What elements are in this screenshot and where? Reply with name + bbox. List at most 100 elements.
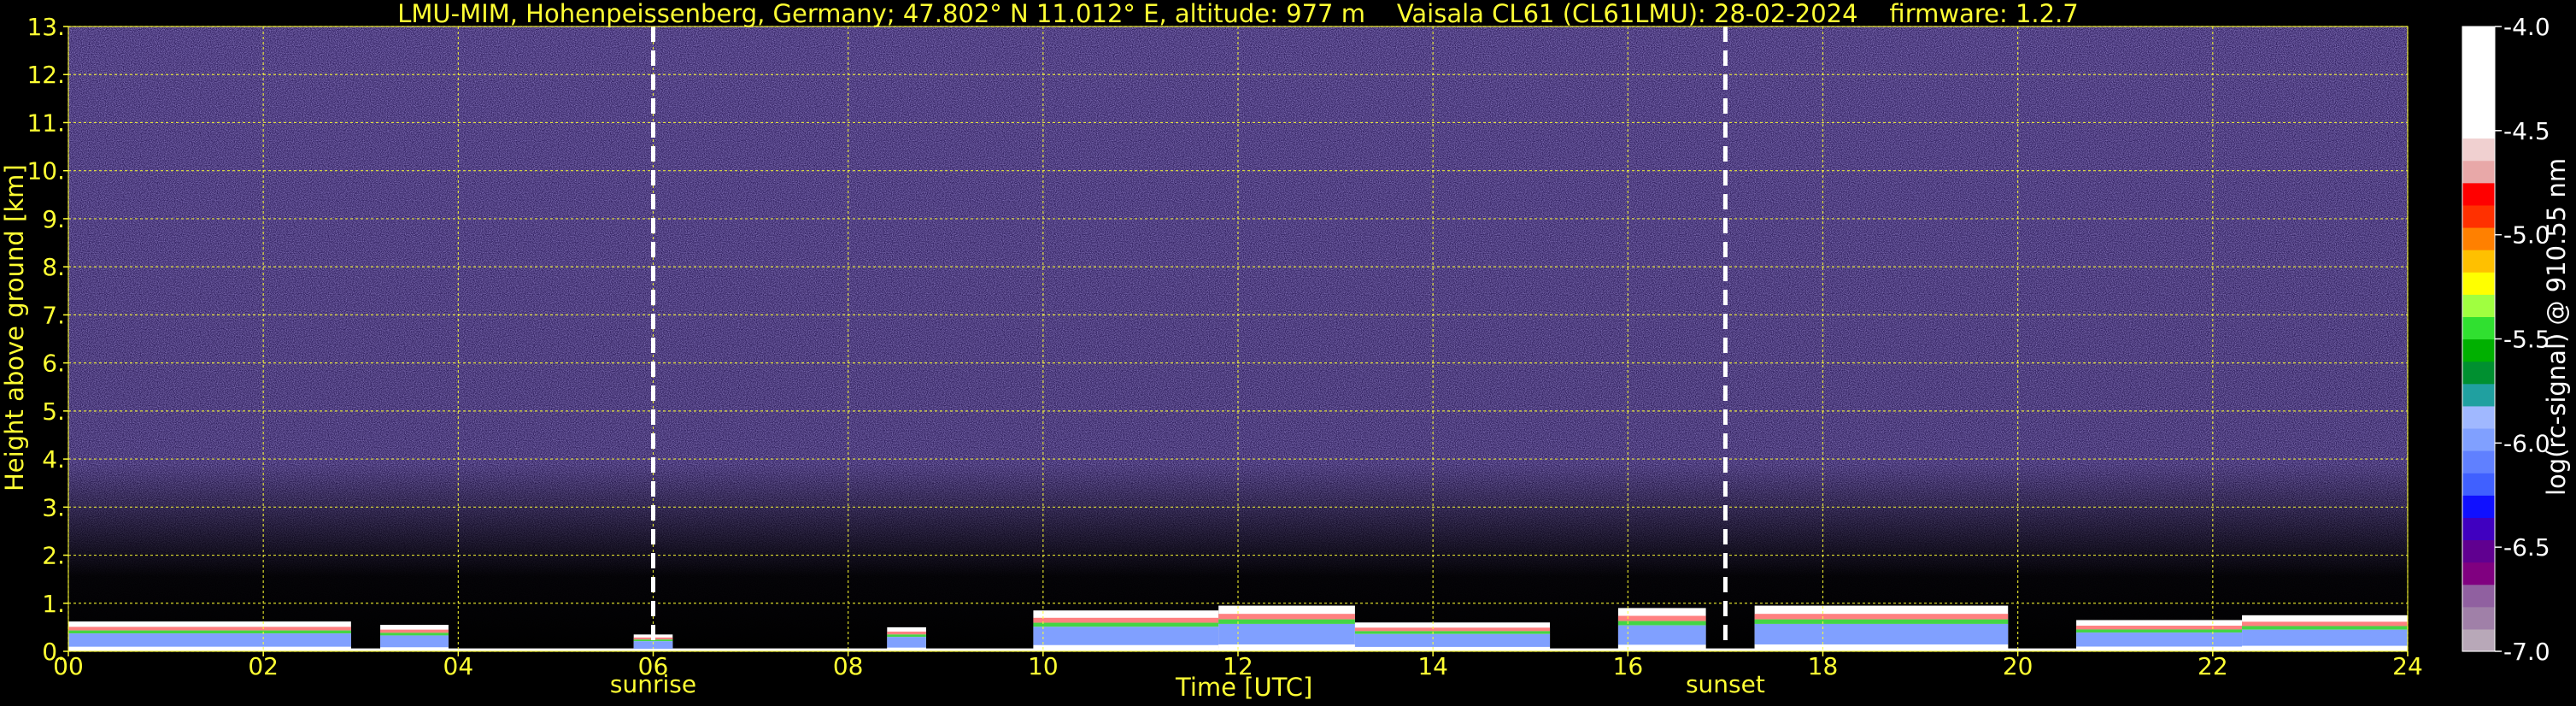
x-tick-label: 16: [1613, 652, 1644, 680]
colorbar-swatch: [2462, 539, 2495, 563]
cloud-segment-core: [2242, 629, 2408, 646]
colorbar-swatch: [2462, 316, 2495, 340]
colorbar: -4.0-4.5-5.0-5.5-6.0-6.5-7.0: [2462, 13, 2550, 666]
colorbar-swatch: [2462, 160, 2495, 184]
cloud-segment-green: [1033, 622, 1219, 627]
colorbar-tick-label: -4.5: [2503, 117, 2550, 145]
cloud-segment: [1754, 605, 2009, 651]
cloud-segment-core: [2076, 632, 2243, 647]
colorbar-swatch: [2462, 204, 2495, 228]
x-tick-label: 10: [1028, 652, 1059, 680]
colorbar-swatch: [2462, 517, 2495, 541]
y-tick-label: 2.: [42, 542, 65, 570]
cloud-segment-green: [2076, 629, 2243, 633]
y-tick-label: 0.: [42, 638, 65, 666]
cloud-segment-core: [1617, 625, 1706, 645]
y-tick-label: 7.: [42, 301, 65, 329]
colorbar-swatch: [2462, 138, 2495, 162]
cloud-segment: [68, 621, 351, 651]
cloud-segment-green: [1218, 619, 1355, 624]
colorbar-swatch: [2462, 294, 2495, 317]
cloud-segment-red: [1218, 614, 1355, 620]
colorbar-swatch: [2462, 405, 2495, 429]
y-tick-label: 6.: [42, 350, 65, 378]
cloud-segment-base: [1754, 644, 2009, 651]
colorbar-swatch: [2462, 450, 2495, 474]
x-tick-label: 14: [1417, 652, 1448, 680]
cloud-segment: [1354, 622, 1551, 651]
cloud-segment-red: [2076, 626, 2243, 630]
y-tick-label: 4.: [42, 445, 65, 474]
y-tick-label: 8.: [42, 253, 65, 281]
cloud-segment-base: [2076, 646, 2243, 651]
x-tick-label: 08: [833, 652, 864, 680]
colorbar-swatch: [2462, 606, 2495, 630]
cloud-segment-red: [1354, 627, 1551, 632]
colorbar-swatch: [2462, 427, 2495, 451]
colorbar-label: log(rc-signal) @ 910.55 nm: [2542, 157, 2571, 496]
cloud-segment-red: [1033, 617, 1219, 623]
cloud-segment-green: [1754, 619, 2009, 624]
cloud-segment-core: [887, 637, 926, 648]
cloud-segment-core: [380, 635, 449, 648]
cloud-segment: [2076, 620, 2243, 651]
x-tick-label: 04: [443, 652, 474, 680]
colorbar-swatch: [2462, 361, 2495, 385]
y-tick-label: 1.: [42, 590, 65, 618]
cloud-segment-base: [887, 647, 926, 651]
y-axis: 0. 1. 2. 3. 4. 5. 6. 7. 8. 9. 10. 11. 12. 13.: [26, 13, 68, 666]
cloud-segment-green: [1617, 621, 1706, 626]
colorbar-swatch: [2462, 26, 2495, 50]
x-tick-label: 24: [2392, 652, 2423, 680]
colorbar-swatch: [2462, 93, 2495, 117]
cloud-segment-base: [1218, 644, 1355, 651]
cloud-segment-red: [887, 631, 926, 635]
colorbar-swatch: [2462, 473, 2495, 496]
cloud-segment: [1033, 610, 1219, 651]
sunset-label: sunset: [1686, 670, 1765, 698]
cloud-segment-base: [380, 647, 449, 651]
colorbar-swatch: [2462, 71, 2495, 94]
cloud-segment-red: [68, 627, 351, 631]
cloud-segment-green: [2242, 626, 2408, 630]
colorbar-swatch: [2462, 250, 2495, 273]
cloud-segment-red: [1754, 614, 2009, 620]
x-tick-label: 18: [1808, 652, 1839, 680]
colorbar-swatch: [2462, 49, 2495, 72]
colorbar-tick-label: -4.0: [2503, 13, 2550, 41]
colorbar-tick-label: -6.5: [2503, 533, 2550, 562]
y-tick-label: 11.: [26, 109, 65, 137]
x-tick-label: 06: [638, 652, 669, 680]
cloud-segment-core: [1354, 633, 1551, 647]
colorbar-swatch: [2462, 383, 2495, 407]
cloud-segment-core: [1218, 623, 1355, 644]
cloud-segment: [887, 627, 926, 651]
cloud-segment-red: [380, 629, 449, 633]
colorbar-swatch: [2462, 338, 2495, 362]
colorbar-swatch: [2462, 272, 2495, 295]
colorbar-swatch: [2462, 495, 2495, 518]
colorbar-swatch: [2462, 562, 2495, 585]
cloud-segment-core: [68, 633, 351, 647]
y-tick-label: 12.: [26, 61, 65, 89]
x-tick-label: 20: [2003, 652, 2033, 680]
cloud-segment-base: [1354, 646, 1551, 651]
cloud-segment-base: [1617, 644, 1706, 651]
cloud-segment-base: [2242, 645, 2408, 651]
cloud-segment-base: [68, 646, 351, 651]
cloud-segment-base: [1033, 644, 1219, 651]
cloud-segment-core: [1754, 623, 2009, 644]
cloud-segment-red: [2242, 621, 2408, 627]
y-tick-label: 10.: [26, 157, 65, 185]
colorbar-swatch: [2462, 227, 2495, 250]
y-tick-label: 3.: [42, 493, 65, 521]
cloud-segment: [1617, 608, 1706, 651]
chart-title: LMU-MIM, Hohenpeissenberg, Germany; 47.8…: [397, 0, 2079, 28]
cloud-segment-green: [1354, 631, 1551, 634]
x-tick-label: 22: [2198, 652, 2228, 680]
cloud-segment: [1218, 605, 1355, 651]
cloud-segment: [2242, 615, 2408, 651]
cloud-segment-core: [1033, 627, 1219, 645]
cloud-segment-green: [887, 634, 926, 638]
y-tick-label: 13.: [26, 13, 65, 41]
